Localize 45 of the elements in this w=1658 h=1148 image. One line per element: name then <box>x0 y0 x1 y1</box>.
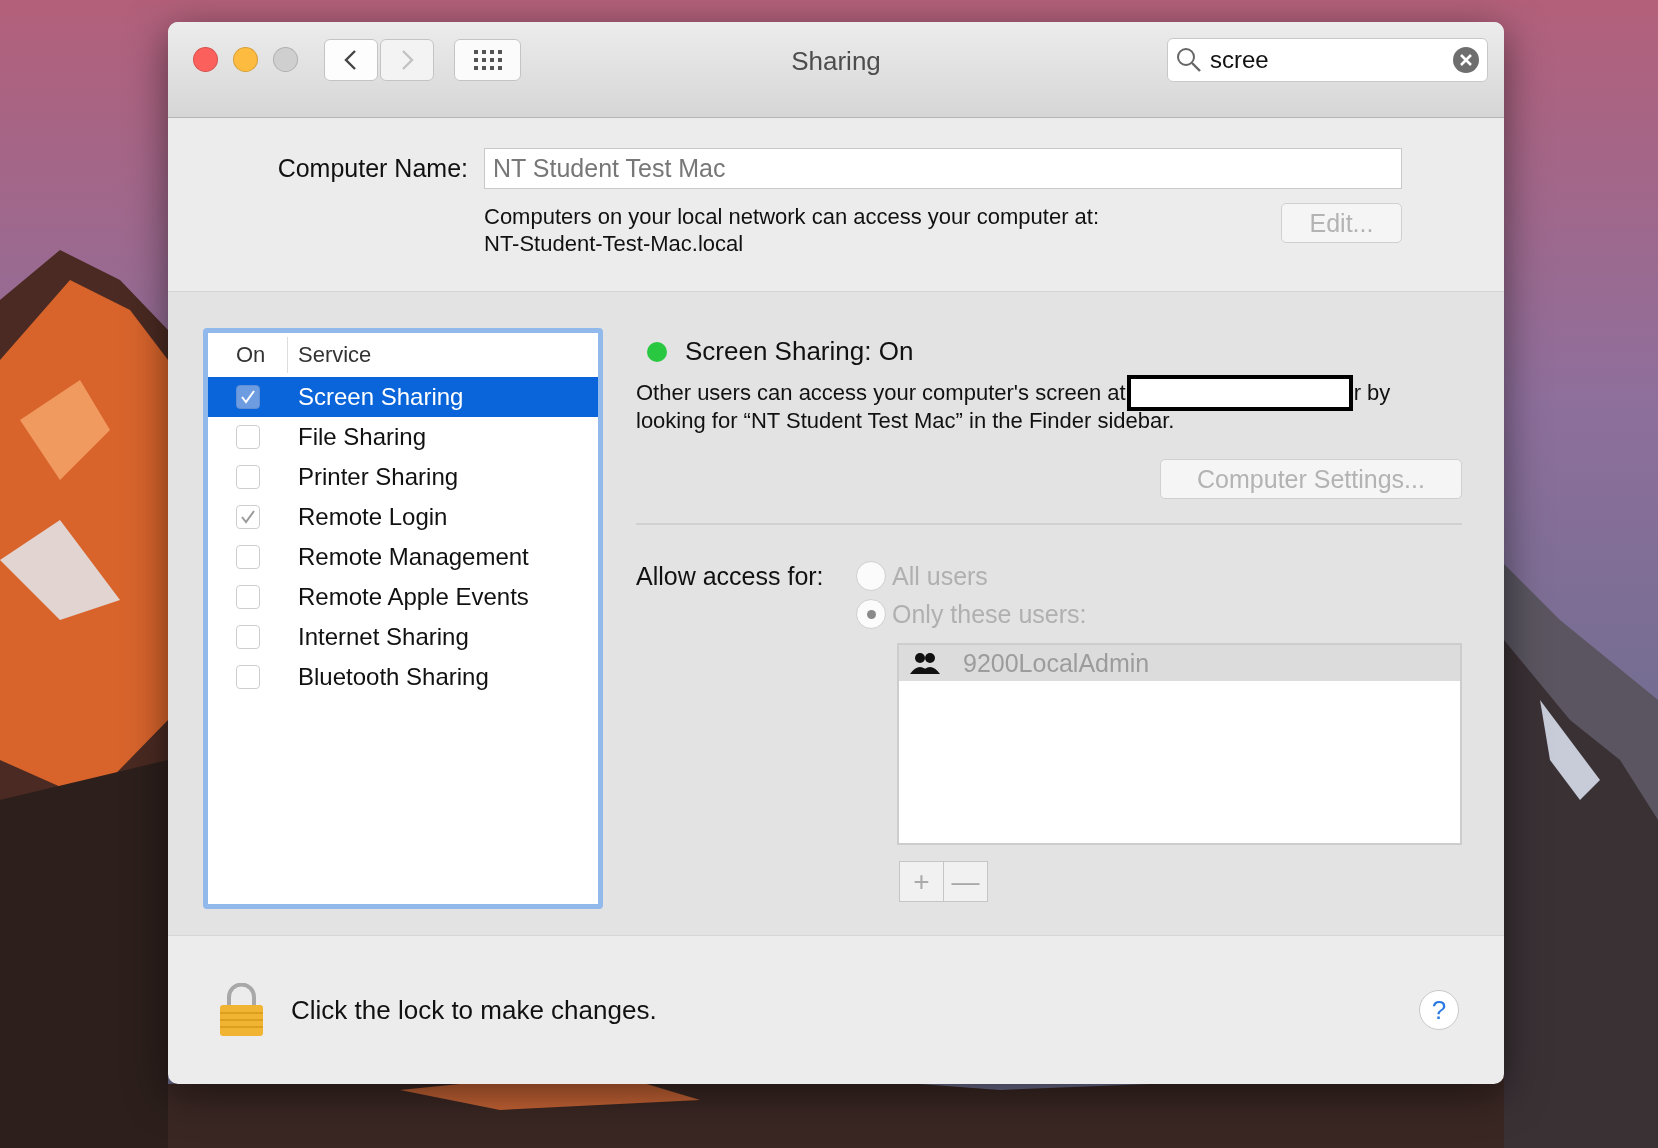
computer-name-field[interactable]: NT Student Test Mac <box>484 148 1402 189</box>
minimize-button[interactable] <box>233 47 258 72</box>
search-icon <box>1176 47 1202 73</box>
service-row[interactable]: Screen Sharing <box>208 377 598 417</box>
service-row[interactable]: Bluetooth Sharing <box>208 657 598 697</box>
show-all-button[interactable] <box>454 39 521 81</box>
radio-button[interactable] <box>856 599 886 629</box>
service-row[interactable]: Internet Sharing <box>208 617 598 657</box>
checkmark-icon <box>239 508 257 526</box>
user-group-icon <box>909 652 941 674</box>
radio-button[interactable] <box>856 561 886 591</box>
checkbox[interactable] <box>236 425 260 449</box>
description-text: Other users can access your computer's screen at <box>636 380 1126 406</box>
column-header: On <box>208 337 288 373</box>
clear-icon[interactable] <box>1453 47 1479 73</box>
service-row[interactable]: Remote Login <box>208 497 598 537</box>
local-hostname: NT-Student-Test-Mac.local <box>484 230 745 257</box>
checkbox[interactable] <box>236 465 260 489</box>
service-row[interactable]: Remote Management <box>208 537 598 577</box>
lock-message: Click the lock to make changes. <box>291 994 658 1026</box>
checkbox[interactable] <box>236 505 260 529</box>
description-text: looking for “NT Student Test Mac” in the Finder sidebar. <box>636 408 1175 434</box>
checkmark-icon <box>239 388 257 406</box>
service-row[interactable]: File Sharing <box>208 417 598 457</box>
checkbox[interactable] <box>236 385 260 409</box>
search-input[interactable]: scree <box>1210 46 1445 74</box>
window-title: Sharing <box>790 45 882 78</box>
lock-icon[interactable] <box>219 983 264 1037</box>
service-row[interactable]: Remote Apple Events <box>208 577 598 617</box>
status-title: Screen Sharing: On <box>685 336 914 367</box>
checkbox[interactable] <box>236 585 260 609</box>
help-button[interactable]: ? <box>1419 990 1459 1030</box>
search-field[interactable]: scree <box>1167 38 1488 82</box>
back-button[interactable] <box>324 39 378 81</box>
close-button[interactable] <box>193 47 218 72</box>
checkbox[interactable] <box>236 545 260 569</box>
service-row[interactable]: Printer Sharing <box>208 457 598 497</box>
description-text: r by <box>1353 380 1391 406</box>
column-header: Service <box>297 342 372 368</box>
checkbox[interactable] <box>236 665 260 689</box>
field-label: Computer Name: <box>276 154 468 183</box>
checkbox[interactable] <box>236 625 260 649</box>
grid-icon <box>473 50 502 70</box>
network-note: Computers on your local network can access your computer at: <box>484 203 1101 230</box>
access-label: Allow access for: <box>636 561 825 592</box>
